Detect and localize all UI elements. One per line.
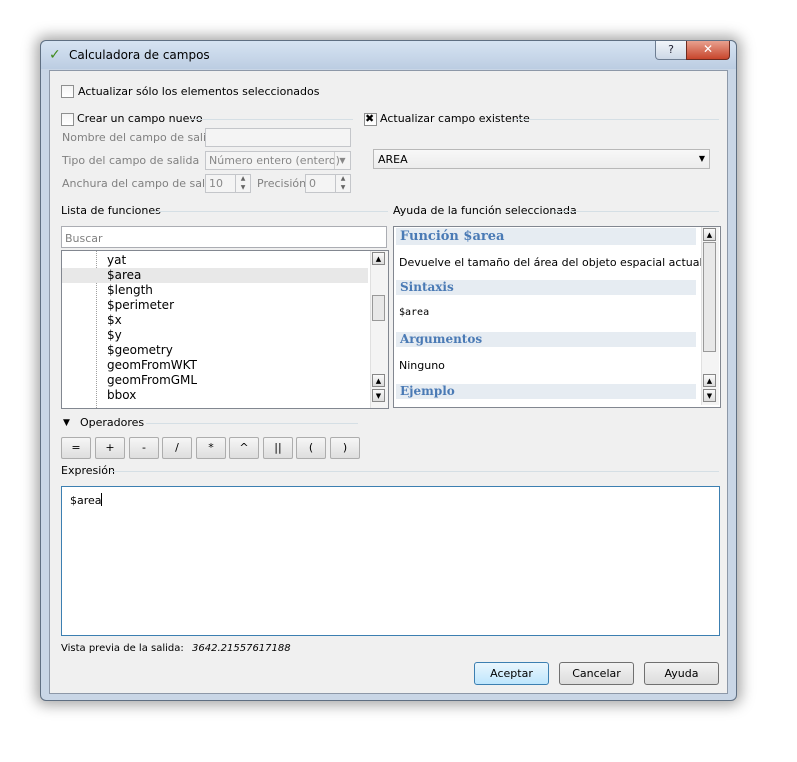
output-preview-value: 3642.21557617188: [192, 643, 291, 654]
scroll-up-icon[interactable]: ▲: [372, 374, 385, 387]
field-calculator-dialog: ✓ Calculadora de campos ? ✕ Actualizar s…: [40, 40, 737, 701]
function-item[interactable]: $length: [107, 283, 153, 297]
cancel-button[interactable]: Cancelar: [559, 662, 634, 685]
output-field-name-label: Nombre del campo de salida: [62, 131, 220, 144]
operator-power-button[interactable]: ^: [229, 437, 259, 459]
operator-equals-button[interactable]: =: [61, 437, 91, 459]
update-existing-field-checkbox[interactable]: [364, 112, 377, 126]
syntax-text: $area: [399, 307, 430, 318]
precision-label: Precisión: [257, 177, 307, 190]
function-tree[interactable]: yat $area $length $perimeter $x $y $geom…: [61, 250, 389, 409]
help-title: Función $area: [396, 228, 696, 245]
scroll-down-icon[interactable]: ▼: [703, 389, 716, 402]
scroll-up-icon[interactable]: ▲: [703, 228, 716, 241]
operator-open-paren-button[interactable]: (: [296, 437, 326, 459]
update-selected-label: Actualizar sólo los elementos selecciona…: [78, 85, 320, 98]
output-field-type-label: Tipo del campo de salida: [62, 154, 200, 167]
existing-field-value: AREA: [378, 153, 408, 166]
create-new-field-label: Crear un campo nuevo: [77, 112, 203, 125]
output-field-width-label: Anchura del campo de salida: [62, 177, 222, 190]
operator-divide-button[interactable]: /: [162, 437, 192, 459]
expression-label: Expresión: [61, 464, 115, 477]
help-description: Devuelve el tamaño del área del objeto e…: [399, 256, 707, 269]
scroll-up-icon[interactable]: ▲: [372, 252, 385, 265]
output-field-name-input[interactable]: [205, 128, 351, 147]
accept-button[interactable]: Aceptar: [474, 662, 549, 685]
precision-spinbox[interactable]: 0 ▲ ▼: [305, 174, 351, 193]
title-bar[interactable]: ✓ Calculadora de campos ? ✕: [41, 41, 736, 69]
window-title: Calculadora de campos: [69, 48, 210, 62]
help-title-button[interactable]: ?: [655, 41, 687, 60]
function-list-scrollbar[interactable]: ▲ ▲ ▼: [370, 251, 388, 408]
group-divider: [514, 119, 719, 120]
arguments-text: Ninguno: [399, 359, 445, 372]
arguments-heading: Argumentos: [396, 332, 696, 347]
function-item[interactable]: geomFromGML: [107, 373, 197, 387]
collapse-arrow-icon[interactable]: ▼: [63, 418, 70, 428]
scroll-thumb[interactable]: [372, 295, 385, 321]
scroll-up-icon[interactable]: ▲: [703, 374, 716, 387]
operator-plus-button[interactable]: +: [95, 437, 125, 459]
expression-text: $area: [70, 494, 102, 507]
qgis-calculator-icon: ✓: [49, 47, 61, 63]
existing-field-select[interactable]: AREA ▼: [373, 149, 710, 169]
operator-multiply-button[interactable]: *: [196, 437, 226, 459]
spin-arrows-icon: ▲ ▼: [235, 175, 250, 192]
close-button[interactable]: ✕: [686, 41, 730, 60]
function-help-label: Ayuda de la función seleccionada: [393, 204, 577, 217]
help-button[interactable]: Ayuda: [644, 662, 719, 685]
scroll-thumb[interactable]: [703, 242, 716, 352]
function-help-panel: Función $area Devuelve el tamaño del áre…: [393, 226, 721, 408]
section-divider: [152, 211, 388, 212]
function-item-selected[interactable]: $area: [62, 268, 368, 283]
create-new-field-checkbox[interactable]: [61, 113, 74, 126]
function-list-label: Lista de funciones: [61, 204, 161, 217]
scroll-down-icon[interactable]: ▼: [372, 389, 385, 402]
output-field-type-select[interactable]: Número entero (entero) ▼: [205, 151, 351, 170]
operators-label: Operadores: [80, 416, 145, 429]
operator-concat-button[interactable]: ||: [263, 437, 293, 459]
output-field-type-value: Número entero (entero): [209, 154, 340, 167]
precision-value: 0: [309, 177, 316, 190]
update-selected-checkbox[interactable]: [61, 85, 74, 98]
spin-arrows-icon: ▲ ▼: [335, 175, 350, 192]
output-field-width-spinbox[interactable]: 10 ▲ ▼: [205, 174, 251, 193]
function-item[interactable]: bbox: [107, 388, 136, 402]
example-heading: Ejemplo: [396, 384, 696, 399]
function-item[interactable]: $x: [107, 313, 122, 327]
dialog-body: Actualizar sólo los elementos selecciona…: [49, 70, 728, 694]
text-cursor: [101, 493, 102, 506]
search-placeholder: Buscar: [65, 232, 103, 245]
function-item[interactable]: yat: [107, 253, 126, 267]
operator-close-paren-button[interactable]: ): [330, 437, 360, 459]
section-divider: [555, 211, 719, 212]
help-scrollbar[interactable]: ▲ ▲ ▼: [701, 227, 719, 405]
section-divider: [110, 471, 719, 472]
expression-editor[interactable]: $area: [61, 486, 720, 636]
function-item[interactable]: geomFromWKT: [107, 358, 197, 372]
function-search-input[interactable]: Buscar: [61, 226, 387, 248]
output-field-width-value: 10: [209, 177, 223, 190]
chevron-down-icon: ▼: [698, 154, 705, 163]
function-item[interactable]: $perimeter: [107, 298, 174, 312]
function-item[interactable]: $geometry: [107, 343, 173, 357]
syntax-heading: Sintaxis: [396, 280, 696, 295]
update-existing-field-label: Actualizar campo existente: [380, 112, 530, 125]
function-item[interactable]: $y: [107, 328, 122, 342]
group-divider: [189, 119, 353, 120]
output-preview-label: Vista previa de la salida:: [61, 643, 184, 654]
chevron-down-icon: ▼: [334, 152, 350, 169]
section-divider: [146, 423, 358, 424]
operator-minus-button[interactable]: -: [129, 437, 159, 459]
